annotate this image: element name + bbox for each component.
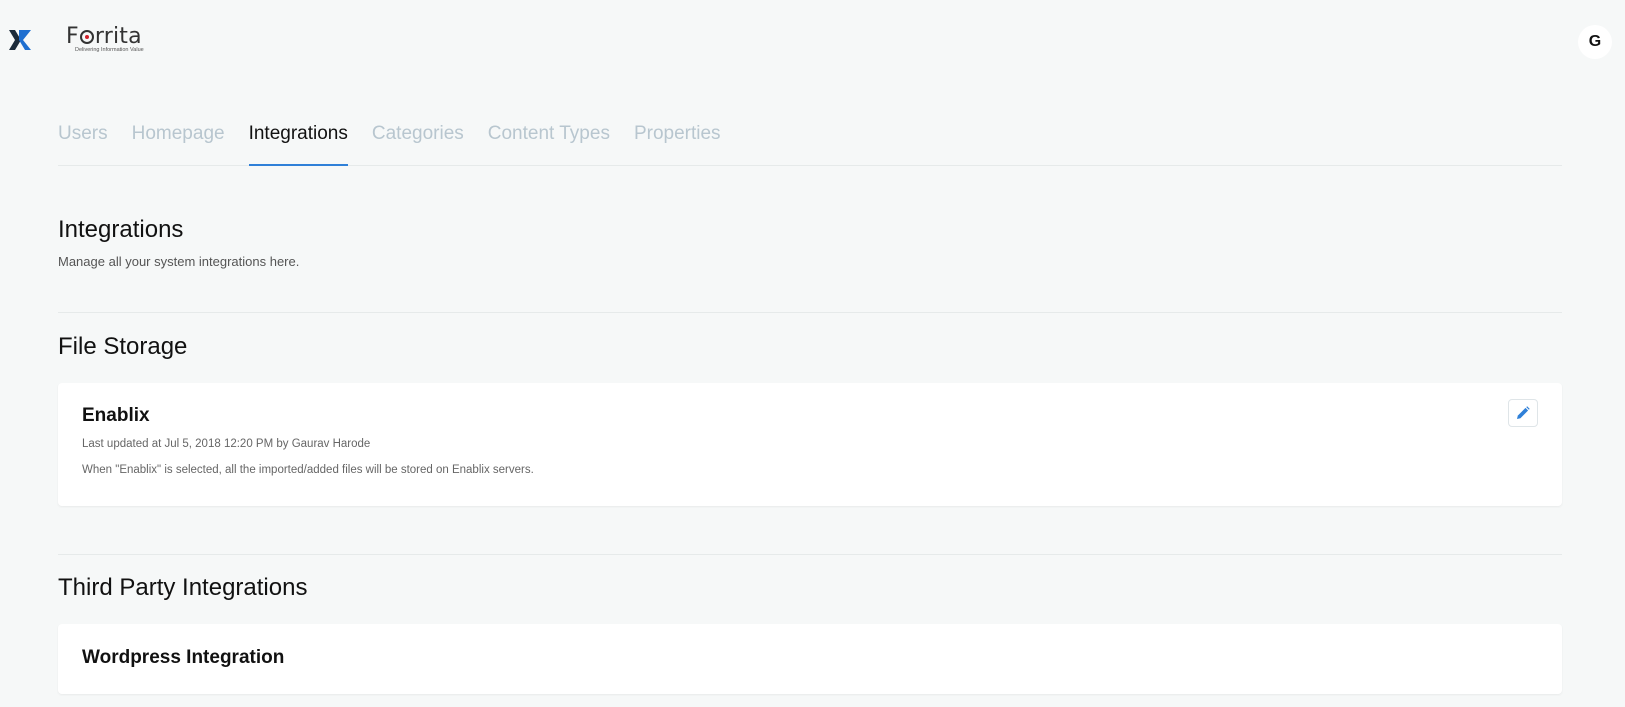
brand-logo[interactable]: Frrita Delivering Information Value: [66, 24, 144, 53]
pencil-icon: [1517, 406, 1530, 419]
top-bar: Frrita Delivering Information Value G: [0, 0, 1625, 80]
settings-tabs: Users Homepage Integrations Categories C…: [58, 110, 1562, 166]
storage-provider-name: Enablix: [82, 405, 150, 426]
tab-content-types[interactable]: Content Types: [488, 110, 610, 166]
file-storage-card: Enablix Last updated at Jul 5, 2018 12:2…: [58, 383, 1562, 506]
brand-name-prefix: F: [66, 24, 79, 49]
storage-last-updated: Last updated at Jul 5, 2018 12:20 PM by …: [82, 438, 371, 450]
brand-tagline: Delivering Information Value: [75, 47, 144, 53]
page-title: Integrations: [58, 216, 184, 243]
brand-name-suffix: rrita: [94, 24, 142, 49]
tab-users[interactable]: Users: [58, 110, 108, 166]
brand-dot-icon: [79, 30, 94, 44]
tab-categories[interactable]: Categories: [372, 110, 464, 166]
page-subtitle: Manage all your system integrations here…: [58, 254, 300, 269]
tab-properties[interactable]: Properties: [634, 110, 721, 166]
app-x-icon[interactable]: [9, 30, 31, 50]
wordpress-integration-name: Wordpress Integration: [82, 647, 285, 668]
divider: [58, 554, 1562, 555]
file-storage-title: File Storage: [58, 333, 188, 360]
storage-description: When "Enablix" is selected, all the impo…: [82, 464, 534, 476]
divider: [58, 312, 1562, 313]
edit-storage-button[interactable]: [1508, 399, 1538, 427]
tab-homepage[interactable]: Homepage: [132, 110, 225, 166]
tab-integrations[interactable]: Integrations: [248, 110, 348, 166]
user-avatar[interactable]: G: [1578, 25, 1612, 59]
wordpress-integration-card[interactable]: Wordpress Integration: [58, 624, 1562, 694]
third-party-title: Third Party Integrations: [58, 574, 308, 601]
